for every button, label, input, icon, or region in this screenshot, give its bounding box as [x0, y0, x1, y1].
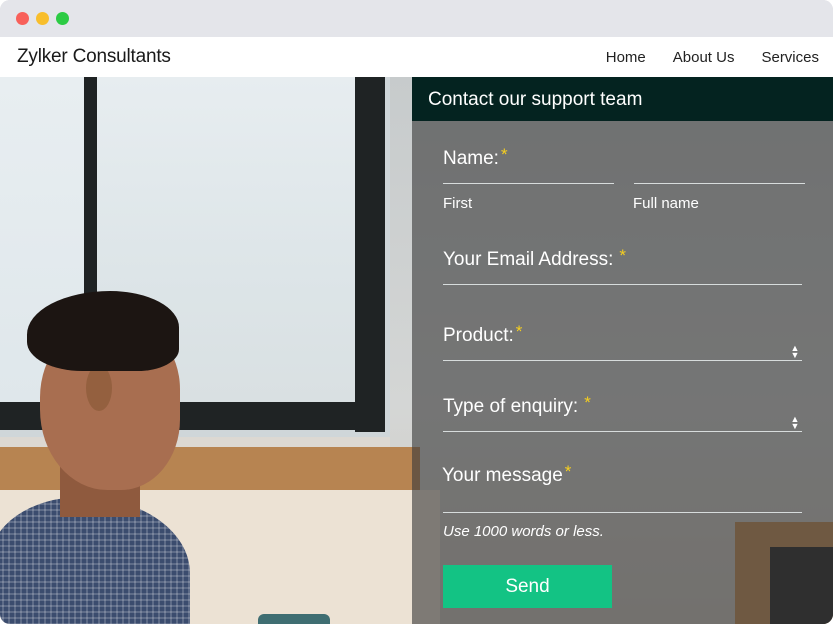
coffee-cup	[258, 614, 330, 624]
site-header: Zylker Consultants Home About Us Service…	[0, 37, 833, 77]
man-ear	[86, 365, 112, 411]
minimize-window-button[interactable]	[36, 12, 49, 25]
brand-logo-text[interactable]: Zylker Consultants	[17, 46, 171, 68]
product-underline	[443, 360, 802, 361]
enquiry-underline	[443, 431, 802, 432]
man-working-photo	[0, 277, 200, 624]
form-title: Contact our support team	[428, 89, 643, 110]
man-hair	[27, 291, 179, 371]
enquiry-type-select[interactable]	[443, 406, 802, 432]
message-textarea[interactable]	[443, 477, 802, 513]
email-input[interactable]	[443, 259, 802, 285]
maximize-window-button[interactable]	[56, 12, 69, 25]
message-underline	[443, 512, 802, 513]
contact-form: Contact our support team Name: * First Fu…	[412, 77, 833, 624]
message-word-limit-hint: Use 1000 words or less.	[443, 523, 604, 540]
first-name-input[interactable]	[443, 159, 614, 185]
full-name-input[interactable]	[634, 159, 805, 185]
nav-about-link[interactable]: About Us	[673, 49, 735, 66]
full-name-sublabel: Full name	[633, 195, 699, 212]
select-chevron-icon: ▲ ▼	[790, 343, 800, 360]
main-nav: Home About Us Services	[606, 49, 819, 66]
window-titlebar	[0, 0, 833, 37]
send-button[interactable]: Send	[443, 565, 612, 608]
product-select[interactable]	[443, 335, 802, 361]
first-name-underline	[443, 183, 614, 184]
nav-services-link[interactable]: Services	[761, 49, 819, 66]
hero-background-photo: Contact our support team Name: * First Fu…	[0, 77, 833, 624]
first-name-sublabel: First	[443, 195, 473, 212]
nav-home-link[interactable]: Home	[606, 49, 646, 66]
full-name-underline	[634, 183, 805, 184]
form-header: Contact our support team	[412, 77, 833, 121]
email-underline	[443, 284, 802, 285]
close-window-button[interactable]	[16, 12, 29, 25]
window-frame	[355, 77, 385, 432]
browser-window: Zylker Consultants Home About Us Service…	[0, 0, 833, 624]
select-chevron-icon: ▲ ▼	[790, 414, 800, 431]
